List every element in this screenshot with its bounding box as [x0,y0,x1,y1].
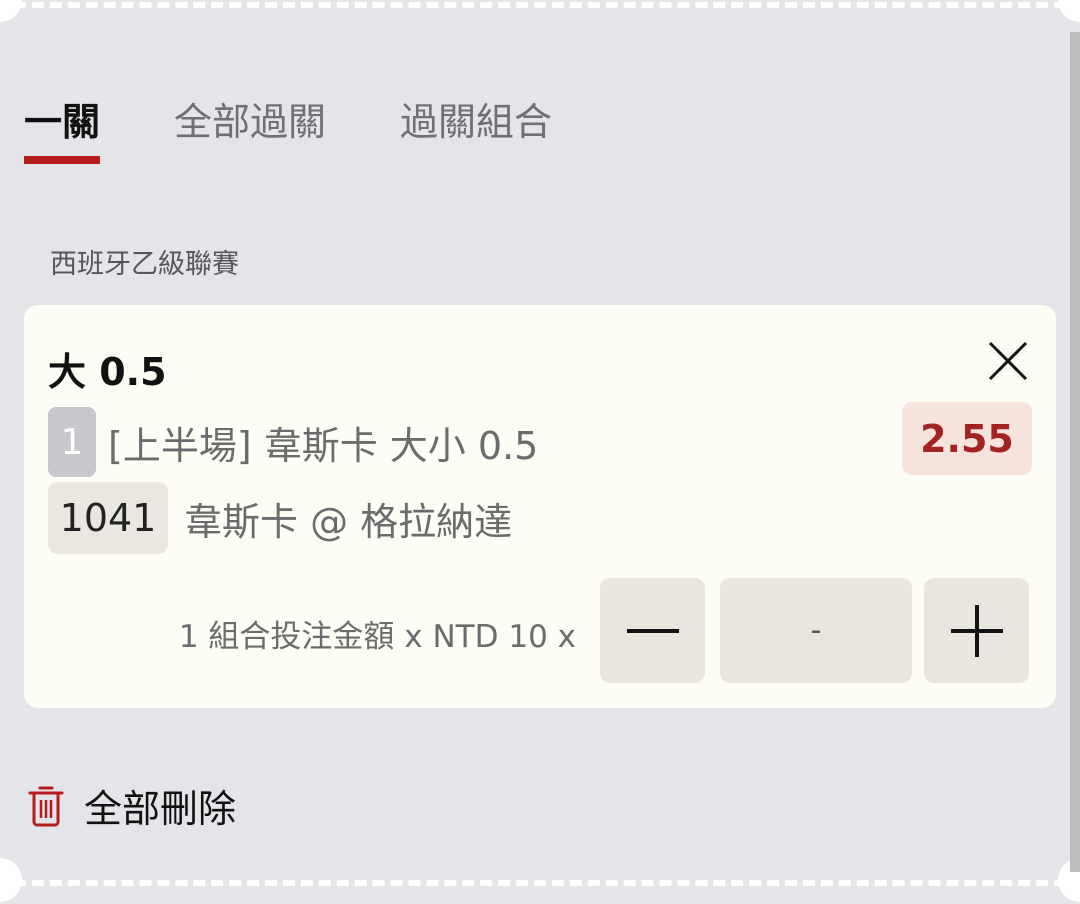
trash-icon [28,786,64,826]
bet-card: 大 0.5 1 [上半場] 韋斯卡 大小 0.5 2.55 1041 韋斯卡 @… [24,305,1056,708]
bet-type-tabs: 一關 全部過關 過關組合 [24,100,552,164]
decrease-stake-button[interactable] [600,578,705,683]
match-id-badge: 1041 [48,482,168,554]
plus-icon [950,604,1003,657]
ticket-edge-bottom [14,880,1066,886]
odds-badge: 2.55 [902,402,1032,475]
close-icon [988,341,1028,381]
ticket-edge-top [14,2,1066,8]
match-row: 1041 韋斯卡 @ 格拉納達 [48,482,512,554]
ticket-notch [0,0,22,22]
market-description: [上半場] 韋斯卡 大小 0.5 [108,423,539,468]
match-teams: 韋斯卡 @ 格拉納達 [184,499,513,544]
market-row: 1 [上半場] 韋斯卡 大小 0.5 [48,407,538,477]
selection-title: 大 0.5 [48,350,167,394]
increase-stake-button[interactable] [924,578,1029,683]
delete-all-button[interactable]: 全部刪除 [28,778,236,833]
ticket-notch [1058,0,1080,22]
tab-all-parlay[interactable]: 全部過關 [174,100,326,164]
tab-single[interactable]: 一關 [24,100,101,164]
tab-parlay-combo[interactable]: 過關組合 [400,100,552,164]
remove-bet-button[interactable] [986,339,1030,383]
minus-icon [626,628,679,633]
stake-label: 1 組合投注金額 x NTD 10 x [178,619,576,655]
league-name: 西班牙乙級聯賽 [50,249,239,280]
delete-all-label: 全部刪除 [84,787,237,831]
bet-slip-panel: 一關 全部過關 過關組合 西班牙乙級聯賽 大 0.5 1 [上半場] 韋斯卡 大… [0,0,1080,904]
ticket-notch [0,858,22,902]
leg-number-badge: 1 [48,407,96,477]
scrollbar[interactable] [1070,32,1080,872]
stake-input[interactable] [720,578,912,683]
